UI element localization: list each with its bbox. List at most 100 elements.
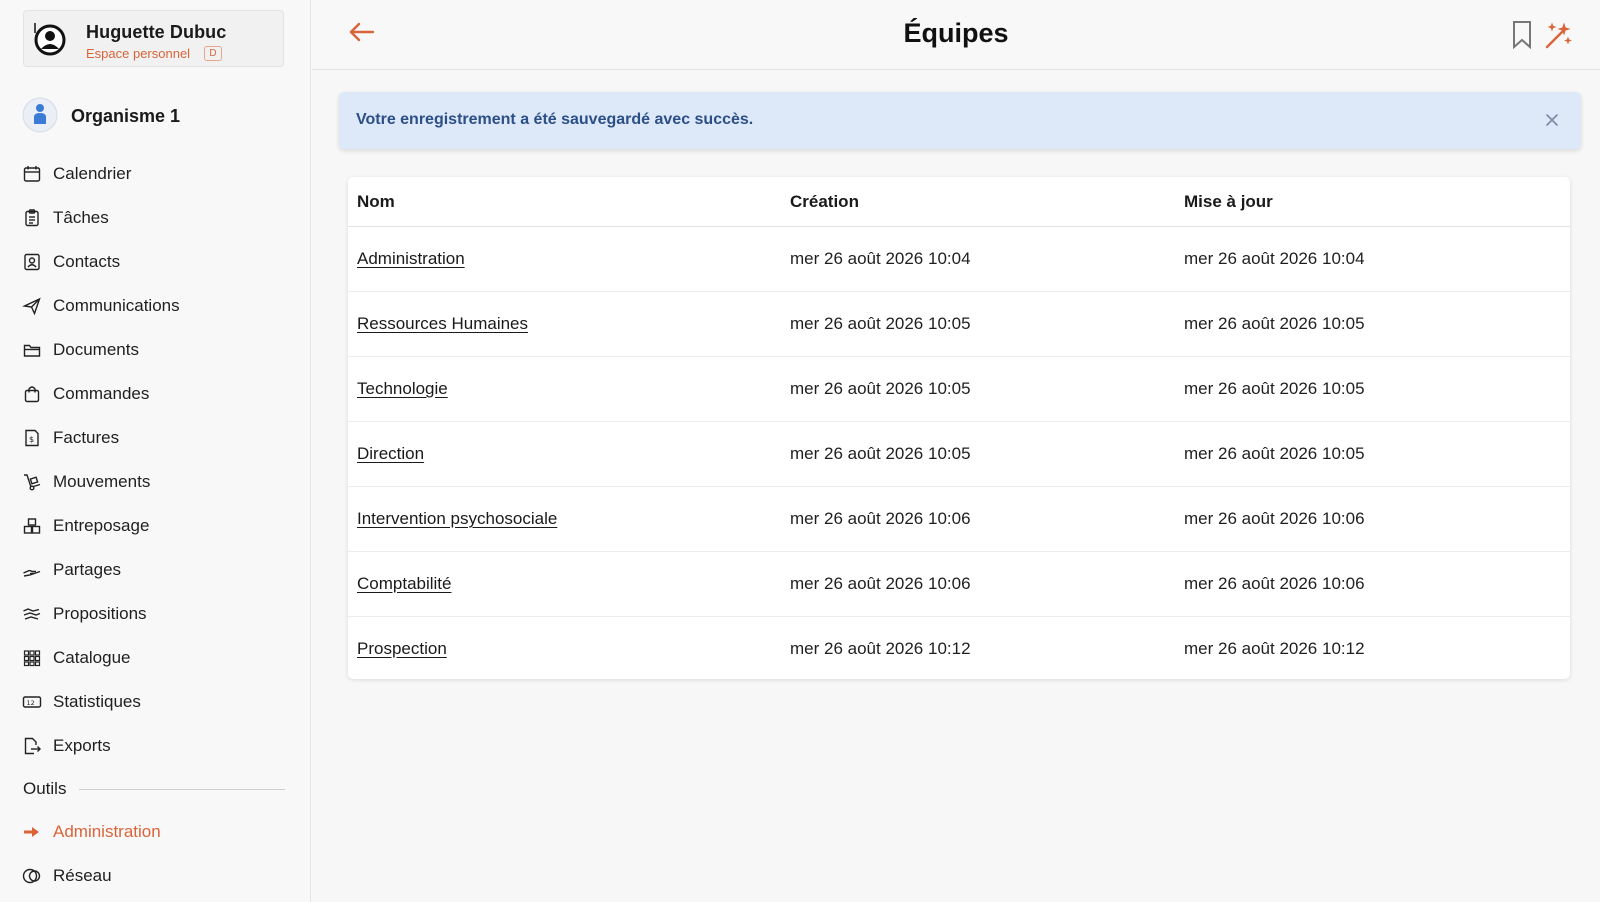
handshake-icon bbox=[23, 608, 41, 620]
sidebar-item-label: Mouvements bbox=[53, 472, 151, 491]
shopping-bag-icon bbox=[24, 386, 40, 403]
created-cell: mer 26 août 2026 10:04 bbox=[790, 249, 971, 268]
updated-cell: mer 26 août 2026 10:06 bbox=[1184, 509, 1365, 528]
sidebar-item-statistiques[interactable]: 12 Statistiques bbox=[22, 683, 292, 719]
sidebar-item-reseau[interactable]: Réseau bbox=[22, 857, 292, 893]
sidebar-item-commandes[interactable]: Commandes bbox=[22, 375, 292, 411]
sidebar-item-label: Documents bbox=[53, 340, 139, 359]
table-row: Ressources Humaines mer 26 août 2026 10:… bbox=[348, 292, 1570, 357]
back-arrow-icon[interactable] bbox=[348, 20, 376, 44]
sidebar-item-label: Exports bbox=[53, 736, 111, 755]
sidebar-item-communications[interactable]: Communications bbox=[22, 287, 292, 323]
tools-section-label: Outils bbox=[23, 779, 67, 798]
table-row: Direction mer 26 août 2026 10:05 mer 26 … bbox=[348, 422, 1570, 487]
organization-icon bbox=[22, 97, 58, 133]
team-name-cell: Technologie bbox=[357, 379, 448, 399]
user-space-label: Espace personnel bbox=[86, 46, 191, 61]
folder-icon bbox=[23, 344, 41, 357]
sidebar-item-label: Partages bbox=[53, 560, 122, 579]
team-link[interactable]: Direction bbox=[357, 444, 424, 463]
user-profile-card[interactable]: Huguette Dubuc Espace personnel D bbox=[23, 10, 284, 67]
page-header: Équipes bbox=[312, 0, 1600, 70]
sidebar-item-taches[interactable]: Tâches bbox=[22, 199, 292, 235]
created-cell: mer 26 août 2026 10:05 bbox=[790, 379, 971, 398]
sidebar-item-contacts[interactable]: Contacts bbox=[22, 243, 292, 279]
sidebar-item-label: Commandes bbox=[53, 384, 150, 403]
calendar-icon bbox=[23, 166, 41, 182]
sidebar-item-label: Factures bbox=[53, 428, 120, 447]
sidebar-item-label: Administration bbox=[53, 822, 161, 841]
svg-text:12: 12 bbox=[27, 699, 35, 707]
sidebar-item-label: Contacts bbox=[53, 252, 121, 271]
team-link[interactable]: Comptabilité bbox=[357, 574, 452, 593]
team-link[interactable]: Intervention psychosociale bbox=[357, 509, 557, 528]
sidebar-item-propositions[interactable]: Propositions bbox=[22, 595, 292, 631]
team-link[interactable]: Administration bbox=[357, 249, 465, 268]
hand-truck-icon bbox=[24, 474, 41, 491]
contact-card-icon bbox=[24, 253, 40, 271]
team-name-cell: Administration bbox=[357, 249, 465, 269]
updated-cell: mer 26 août 2026 10:05 bbox=[1184, 444, 1365, 463]
team-name-cell: Direction bbox=[357, 444, 424, 464]
created-cell: mer 26 août 2026 10:05 bbox=[790, 314, 971, 333]
table-row: Technologie mer 26 août 2026 10:05 mer 2… bbox=[348, 357, 1570, 422]
updated-cell: mer 26 août 2026 10:05 bbox=[1184, 379, 1365, 398]
sidebar-item-catalogue[interactable]: Catalogue bbox=[22, 639, 292, 675]
alert-message: Votre enregistrement a été sauvegardé av… bbox=[356, 111, 754, 128]
sidebar-item-label: Propositions bbox=[53, 604, 147, 623]
table-row: Prospection mer 26 août 2026 10:12 mer 2… bbox=[348, 617, 1570, 679]
column-header-nom[interactable]: Nom bbox=[357, 192, 395, 212]
table-row: Comptabilité mer 26 août 2026 10:06 mer … bbox=[348, 552, 1570, 617]
paper-plane-icon bbox=[22, 297, 41, 316]
team-link[interactable]: Prospection bbox=[357, 639, 447, 658]
team-name-cell: Comptabilité bbox=[357, 574, 452, 594]
table-header: Nom Création Mise à jour bbox=[348, 177, 1570, 227]
updated-cell: mer 26 août 2026 10:12 bbox=[1184, 639, 1365, 658]
updated-cell: mer 26 août 2026 10:05 bbox=[1184, 314, 1365, 333]
invoice-icon: $ bbox=[25, 429, 39, 447]
organization-label: Organisme 1 bbox=[71, 106, 181, 126]
sidebar-item-administration[interactable]: Administration bbox=[22, 813, 292, 849]
sidebar-item-label: Tâches bbox=[53, 208, 109, 227]
team-link[interactable]: Ressources Humaines bbox=[357, 314, 528, 333]
user-space-badge: D bbox=[204, 46, 222, 61]
close-icon[interactable] bbox=[1543, 111, 1561, 129]
column-header-mise-a-jour[interactable]: Mise à jour bbox=[1184, 192, 1273, 212]
stats-counter-icon: 12 bbox=[22, 696, 42, 708]
team-link[interactable]: Technologie bbox=[357, 379, 448, 398]
sidebar-item-exports[interactable]: Exports bbox=[22, 727, 292, 763]
sidebar-item-label: Catalogue bbox=[53, 648, 131, 667]
team-name-cell: Ressources Humaines bbox=[357, 314, 528, 334]
teams-table: Nom Création Mise à jour Administration … bbox=[348, 177, 1570, 679]
created-cell: mer 26 août 2026 10:06 bbox=[790, 574, 971, 593]
sidebar-item-calendrier[interactable]: Calendrier bbox=[22, 155, 292, 191]
grid-catalog-icon bbox=[23, 650, 41, 667]
sidebar-item-label: Réseau bbox=[53, 866, 112, 885]
sidebar-item-entreposage[interactable]: Entreposage bbox=[22, 507, 292, 543]
sidebar-item-documents[interactable]: Documents bbox=[22, 331, 292, 367]
created-cell: mer 26 août 2026 10:06 bbox=[790, 509, 971, 528]
sidebar-item-label: Entreposage bbox=[53, 516, 150, 535]
sidebar-item-factures[interactable]: $ Factures bbox=[22, 419, 292, 455]
updated-cell: mer 26 août 2026 10:06 bbox=[1184, 574, 1365, 593]
organization-switcher[interactable]: Organisme 1 bbox=[22, 97, 292, 135]
created-cell: mer 26 août 2026 10:12 bbox=[790, 639, 971, 658]
success-alert: Votre enregistrement a été sauvegardé av… bbox=[339, 92, 1581, 149]
magic-wand-icon[interactable] bbox=[1543, 21, 1573, 51]
table-row: Intervention psychosociale mer 26 août 2… bbox=[348, 487, 1570, 552]
hand-share-icon bbox=[23, 569, 41, 577]
table-row: Administration mer 26 août 2026 10:04 me… bbox=[348, 227, 1570, 292]
clipboard-icon bbox=[25, 209, 39, 227]
sidebar-item-label: Statistiques bbox=[53, 692, 141, 711]
sidebar-item-label: Calendrier bbox=[53, 164, 132, 183]
bookmark-icon[interactable] bbox=[1510, 20, 1534, 50]
export-file-icon bbox=[24, 737, 41, 755]
updated-cell: mer 26 août 2026 10:04 bbox=[1184, 249, 1365, 268]
sidebar-item-partages[interactable]: Partages bbox=[22, 551, 292, 587]
sidebar-item-mouvements[interactable]: Mouvements bbox=[22, 463, 292, 499]
column-header-creation[interactable]: Création bbox=[790, 192, 859, 212]
created-cell: mer 26 août 2026 10:05 bbox=[790, 444, 971, 463]
warehouse-boxes-icon bbox=[23, 518, 41, 534]
sidebar: Huguette Dubuc Espace personnel D Organi… bbox=[0, 0, 311, 902]
tools-divider bbox=[79, 789, 285, 790]
